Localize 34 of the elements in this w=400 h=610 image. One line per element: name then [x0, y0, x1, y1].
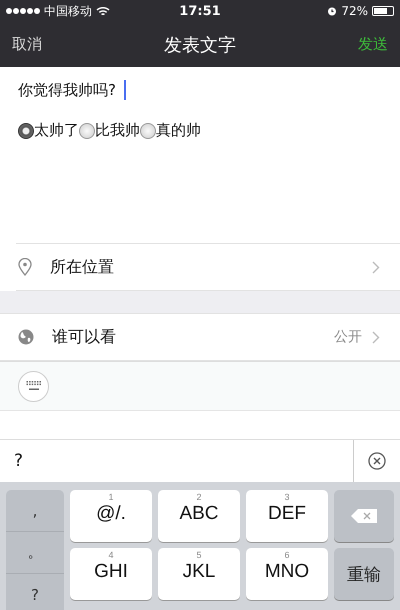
poll-option[interactable]: 比我帅 [79, 121, 140, 140]
chevron-right-icon [372, 260, 380, 274]
send-button[interactable]: 发送 [358, 35, 388, 54]
poll-option[interactable]: 真的帅 [140, 121, 201, 140]
location-pin-icon [18, 258, 32, 276]
punctuation-key[interactable]: ? [6, 574, 64, 610]
post-text-field[interactable]: 你觉得我帅吗? [18, 79, 382, 101]
alarm-icon [327, 6, 338, 16]
backspace-icon [350, 508, 378, 524]
keyboard-key[interactable]: 2 ABC [158, 490, 240, 542]
settings-row[interactable]: 所在位置 [16, 243, 400, 291]
keyboard-key[interactable]: 1 @/. [70, 490, 152, 542]
wifi-icon [96, 6, 110, 16]
cancel-button[interactable]: 取消 [12, 35, 42, 54]
page-title: 发表文字 [164, 34, 236, 56]
battery-icon [372, 6, 394, 16]
carrier-name: 中国移动 [44, 2, 92, 20]
candidate-text[interactable]: ? [0, 451, 353, 471]
keyboard-key[interactable]: 4 GHI [70, 548, 152, 600]
clear-icon[interactable] [368, 452, 386, 470]
keyboard-toggle-button[interactable] [18, 370, 49, 402]
reenter-key[interactable]: 重输 [334, 548, 394, 600]
battery-percent: 72% [341, 4, 368, 18]
keyboard-icon [26, 381, 42, 391]
signal-icon [6, 8, 40, 14]
keyboard-key[interactable]: 3 DEF [246, 490, 328, 542]
status-time: 17:51 [179, 4, 221, 18]
punctuation-key[interactable]: 。 [6, 532, 64, 574]
chevron-right-icon [372, 330, 380, 344]
globe-icon [18, 329, 34, 345]
punctuation-key[interactable]: , [6, 490, 64, 532]
keyboard-key[interactable]: 6 MNO [246, 548, 328, 600]
poll-option[interactable]: 太帅了 [18, 121, 79, 140]
keyboard-key[interactable]: 5 JKL [158, 548, 240, 600]
